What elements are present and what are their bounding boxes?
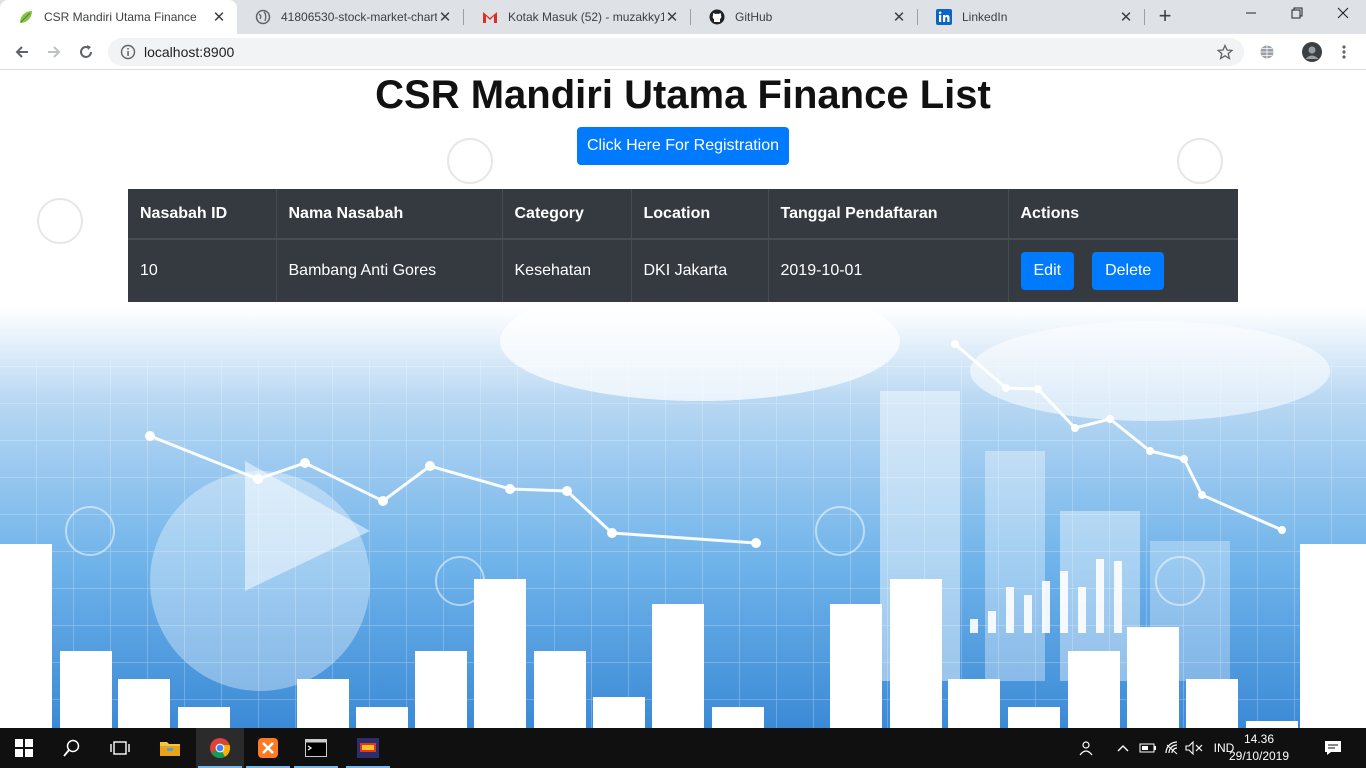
chrome-icon xyxy=(210,738,231,759)
tab-gmail[interactable]: Kotak Masuk (52) - muzakky1s ✕ xyxy=(464,0,690,34)
registration-button[interactable]: Click Here For Registration xyxy=(577,127,789,165)
browser-toolbar: localhost:8900 xyxy=(0,34,1366,70)
tab-stock-chart[interactable]: 41806530-stock-market-chart- ✕ xyxy=(237,0,463,34)
reload-icon xyxy=(80,45,92,58)
close-tab-icon[interactable]: ✕ xyxy=(891,8,907,26)
task-view-button[interactable] xyxy=(96,728,144,768)
minimize-button[interactable] xyxy=(1228,0,1274,34)
new-tab-button[interactable]: + xyxy=(1153,5,1177,29)
tab-title: CSR Mandiri Utama Finance xyxy=(44,10,197,24)
clock-date: 29/10/2019 xyxy=(1228,749,1290,763)
cell-nama-nasabah: Bambang Anti Gores xyxy=(276,239,503,302)
close-tab-icon[interactable]: ✕ xyxy=(437,8,453,26)
profile-avatar[interactable] xyxy=(1298,38,1326,66)
notification-icon[interactable] xyxy=(1316,728,1350,768)
file-explorer-button[interactable] xyxy=(146,728,194,768)
back-button[interactable] xyxy=(8,38,36,66)
tab-title: Kotak Masuk (52) - muzakky1s xyxy=(508,10,664,24)
windows-logo-icon xyxy=(15,739,33,757)
delete-button[interactable]: Delete xyxy=(1092,252,1165,290)
table-header-row: Nasabah ID Nama Nasabah Category Locatio… xyxy=(128,189,1238,240)
address-bar[interactable]: localhost:8900 xyxy=(108,38,1244,66)
url-text[interactable]: localhost:8900 xyxy=(144,44,1210,60)
column-header-actions: Actions xyxy=(1008,189,1238,240)
globe-extension-icon xyxy=(1260,45,1274,59)
bookmark-star-icon[interactable] xyxy=(1210,38,1240,66)
table-row: 10 Bambang Anti Gores Kesehatan DKI Jaka… xyxy=(128,239,1238,302)
tab-linkedin[interactable]: LinkedIn ✕ xyxy=(918,0,1144,34)
tab-title: LinkedIn xyxy=(962,10,1008,24)
edit-button[interactable]: Edit xyxy=(1020,252,1075,290)
volume-muted-icon[interactable] xyxy=(1184,728,1204,768)
search-button[interactable] xyxy=(48,728,96,768)
search-icon xyxy=(63,739,80,757)
forward-arrow-icon xyxy=(48,46,61,58)
github-icon xyxy=(709,9,725,25)
nasabah-table: Nasabah ID Nama Nasabah Category Locatio… xyxy=(128,189,1238,302)
gmail-icon xyxy=(482,9,498,25)
tab-csr-mandiri[interactable]: CSR Mandiri Utama Finance ✕ xyxy=(0,0,237,34)
chrome-taskbar-button[interactable] xyxy=(196,728,244,768)
stock-market-background-image xyxy=(0,71,1366,728)
column-header-tanggal-pendaftaran: Tanggal Pendaftaran xyxy=(768,189,1009,240)
column-header-nasabah-id: Nasabah ID xyxy=(128,189,277,240)
tab-separator xyxy=(1144,9,1145,25)
avatar-icon xyxy=(1302,42,1322,62)
reload-button[interactable] xyxy=(72,38,100,66)
terminal-icon xyxy=(305,739,327,757)
cell-category: Kesehatan xyxy=(502,239,632,302)
windows-taskbar: IND 14.36 29/10/2019 xyxy=(0,728,1366,768)
leaf-icon xyxy=(18,9,34,25)
back-arrow-icon xyxy=(15,46,28,58)
minimize-icon xyxy=(1246,12,1256,14)
page-title: CSR Mandiri Utama Finance List xyxy=(375,73,991,117)
wifi-icon[interactable] xyxy=(1162,728,1182,768)
clock-time: 14.36 xyxy=(1243,732,1275,746)
forward-button[interactable] xyxy=(40,38,68,66)
close-tab-icon[interactable]: ✕ xyxy=(664,8,680,26)
xampp-taskbar-button[interactable] xyxy=(244,728,292,768)
game-taskbar-button[interactable] xyxy=(344,728,392,768)
close-tab-icon[interactable]: ✕ xyxy=(1118,8,1134,26)
start-button[interactable] xyxy=(0,728,48,768)
tab-title: GitHub xyxy=(735,10,773,24)
system-clock[interactable]: 14.36 29/10/2019 xyxy=(1226,731,1292,765)
tab-title: 41806530-stock-market-chart- xyxy=(281,10,437,24)
info-icon[interactable] xyxy=(120,44,136,60)
people-icon[interactable] xyxy=(1076,728,1098,768)
globe-icon xyxy=(255,9,271,25)
more-vertical-icon xyxy=(1342,45,1346,59)
column-header-location: Location xyxy=(631,189,769,240)
battery-icon[interactable] xyxy=(1138,728,1158,768)
browser-tab-strip: CSR Mandiri Utama Finance ✕ 41806530-sto… xyxy=(0,0,1366,34)
game-icon xyxy=(357,738,379,758)
column-header-category: Category xyxy=(502,189,632,240)
extension-button[interactable] xyxy=(1253,38,1281,66)
cell-actions: Edit Delete xyxy=(1008,239,1238,302)
page-viewport: CSR Mandiri Utama Finance List Click Her… xyxy=(0,71,1366,728)
close-icon xyxy=(1337,7,1349,19)
task-view-icon xyxy=(110,741,130,755)
cell-location: DKI Jakarta xyxy=(631,239,769,302)
terminal-taskbar-button[interactable] xyxy=(292,728,340,768)
chrome-menu-button[interactable] xyxy=(1330,38,1358,66)
file-explorer-icon xyxy=(160,742,180,756)
cell-tanggal-pendaftaran: 2019-10-01 xyxy=(768,239,1009,302)
restore-button[interactable] xyxy=(1274,0,1320,34)
chevron-up-icon[interactable] xyxy=(1114,728,1132,768)
xampp-icon xyxy=(258,738,278,758)
linkedin-icon xyxy=(936,9,952,25)
close-window-button[interactable] xyxy=(1320,0,1366,34)
tab-github[interactable]: GitHub ✕ xyxy=(691,0,917,34)
column-header-nama-nasabah: Nama Nasabah xyxy=(276,189,503,240)
close-tab-icon[interactable]: ✕ xyxy=(211,8,227,26)
cell-nasabah-id: 10 xyxy=(128,239,277,302)
restore-icon xyxy=(1291,7,1303,19)
